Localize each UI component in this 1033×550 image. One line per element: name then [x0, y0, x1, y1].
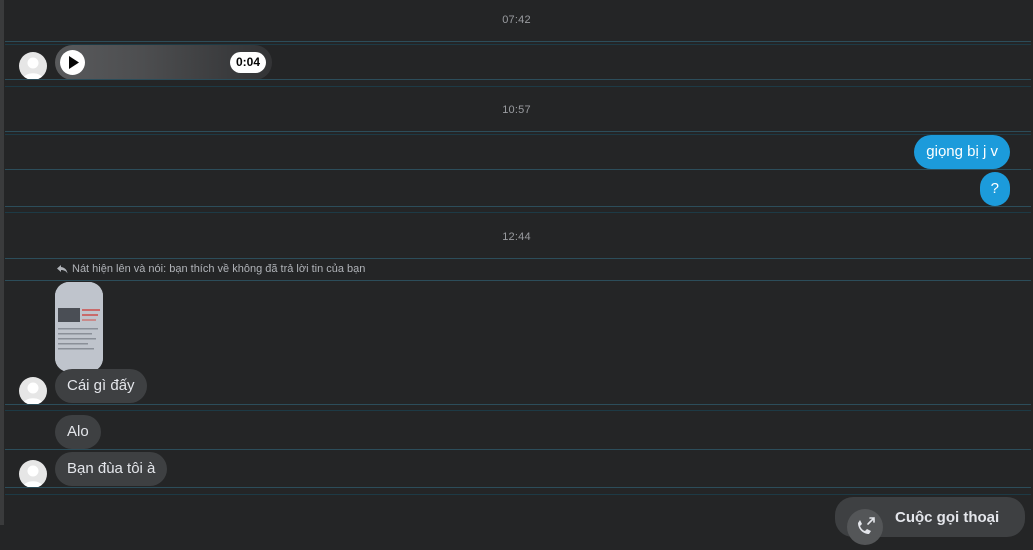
row-divider: [5, 212, 1031, 213]
phone-outgoing-icon: [858, 517, 875, 534]
row-divider: [5, 206, 1031, 207]
incoming-message[interactable]: Bạn đùa tôi à: [55, 452, 168, 486]
avatar[interactable]: [19, 377, 47, 405]
row-divider: [5, 280, 1031, 281]
play-icon: [69, 56, 79, 69]
audio-message[interactable]: 0:04: [55, 45, 272, 80]
row-divider: [5, 258, 1031, 259]
outgoing-message[interactable]: giọng bị j v: [914, 135, 1010, 169]
row-divider: [5, 86, 1031, 87]
user-silhouette-icon: [23, 382, 43, 405]
row-divider: [5, 494, 1031, 495]
screenshot-thumbnail-icon: [55, 282, 103, 372]
avatar[interactable]: [19, 52, 47, 80]
row-divider: [5, 41, 1031, 42]
timestamp: 07:42: [502, 14, 531, 26]
user-silhouette-icon: [23, 57, 43, 80]
row-divider: [5, 487, 1031, 488]
avatar[interactable]: [19, 460, 47, 488]
row-divider: [5, 131, 1031, 132]
row-divider: [5, 79, 1031, 80]
voice-call-message[interactable]: Cuộc gọi thoại: [835, 497, 1025, 545]
row-divider: [5, 169, 1031, 170]
window-left-border: [0, 0, 4, 525]
incoming-message[interactable]: Alo: [55, 415, 101, 449]
image-attachment[interactable]: [55, 282, 103, 372]
row-divider: [5, 134, 1031, 135]
outgoing-message[interactable]: ?: [979, 172, 1010, 206]
incoming-message[interactable]: Cái gì đấy: [55, 369, 147, 403]
call-title: Cuộc gọi thoại: [895, 509, 1000, 526]
row-divider: [5, 449, 1031, 450]
call-icon-circle: [847, 509, 883, 545]
play-button[interactable]: [60, 50, 85, 75]
row-divider: [5, 410, 1031, 411]
reply-note: Nát hiện lên và nói: bạn thích về không …: [57, 263, 365, 275]
audio-duration: 0:04: [229, 52, 266, 73]
reply-arrow-icon: [57, 265, 68, 274]
timestamp: 10:57: [502, 104, 531, 116]
row-divider: [5, 404, 1031, 405]
timestamp: 12:44: [502, 231, 531, 243]
reply-note-text: Nát hiện lên và nói: bạn thích về không …: [72, 263, 366, 275]
user-silhouette-icon: [23, 465, 43, 488]
